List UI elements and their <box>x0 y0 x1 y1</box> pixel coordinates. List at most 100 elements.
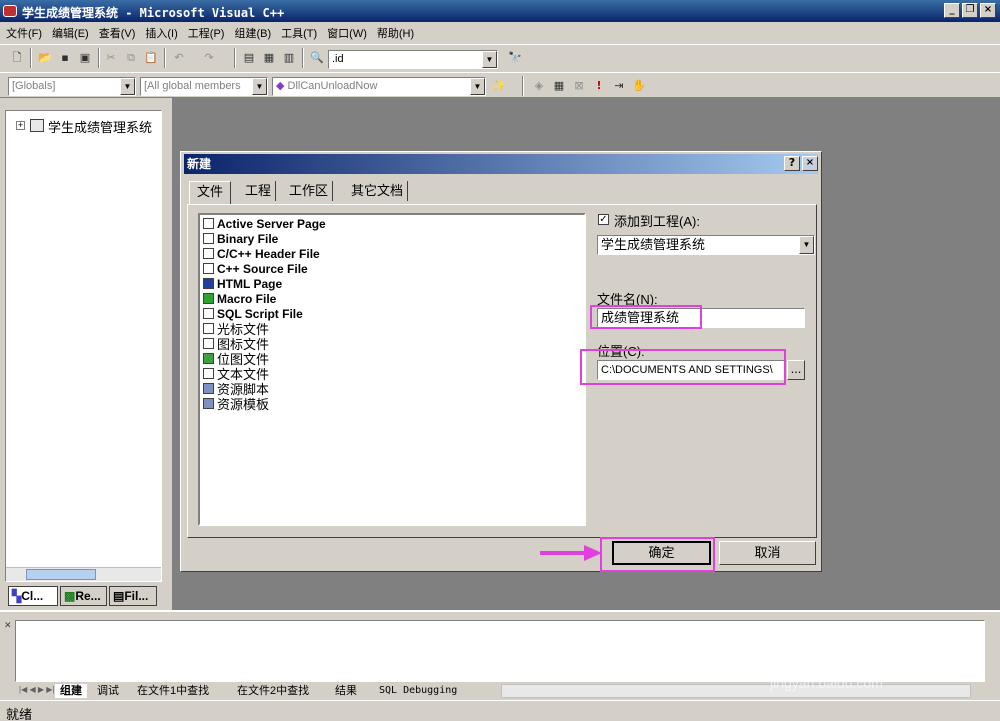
tab-sql-debugging[interactable]: SQL Debugging <box>379 684 457 698</box>
tab-projects[interactable]: 工程 <box>241 181 277 201</box>
function-combo[interactable]: ◆ DllCanUnloadNow ▼ <box>272 77 486 96</box>
build-icon[interactable]: ▦ <box>550 77 568 95</box>
workspace-icon[interactable]: ▤ <box>240 49 258 67</box>
open-icon[interactable]: 📂 <box>36 49 54 67</box>
find-combo[interactable]: .id ▼ <box>328 50 498 69</box>
window-title: 学生成绩管理系统 - Microsoft Visual C++ <box>22 6 285 20</box>
source-icon <box>203 263 214 274</box>
class-icon: ▚ <box>12 589 22 603</box>
tab-resourceview[interactable]: ▩Re... <box>60 586 107 606</box>
list-item[interactable]: C/C++ Header File <box>203 246 320 261</box>
wizard-wand-icon[interactable]: ✨ <box>490 77 508 95</box>
workspace-tree: + 学生成绩管理系统 <box>5 110 162 582</box>
workspace-panel: + 学生成绩管理系统 ▚Cl... ▩Re... ▤Fil... <box>0 98 172 610</box>
menu-edit[interactable]: 编辑(E) <box>52 25 89 41</box>
minimize-button[interactable]: _ <box>944 3 960 18</box>
tab-workspaces[interactable]: 工作区 <box>285 181 334 201</box>
add-to-project-checkbox[interactable]: ✓ <box>598 214 609 225</box>
location-highlight <box>580 349 786 385</box>
output-hscrollbar[interactable] <box>501 684 971 698</box>
tree-root-label[interactable]: 学生成绩管理系统 <box>48 117 152 136</box>
dialog-title-bar: 新建 ? × <box>184 154 818 174</box>
tab-other-docs[interactable]: 其它文档 <box>347 181 409 201</box>
undo-icon[interactable]: ↶ <box>170 49 188 67</box>
members-combo[interactable]: [All global members ▼ <box>140 77 268 96</box>
sql-icon <box>203 308 214 319</box>
paste-icon[interactable]: 📋 <box>142 49 160 67</box>
menu-help[interactable]: 帮助(H) <box>377 25 414 41</box>
horizontal-scrollbar[interactable] <box>6 567 161 581</box>
project-select[interactable]: 学生成绩管理系统 ▼ <box>597 235 815 255</box>
menu-file[interactable]: 文件(F) <box>6 25 42 41</box>
add-to-project-label: 添加到工程(A): <box>614 214 700 229</box>
list-item[interactable]: Active Server Page <box>203 216 326 231</box>
menu-project[interactable]: 工程(P) <box>188 25 225 41</box>
function-value: DllCanUnloadNow <box>287 80 378 92</box>
standard-toolbar: 🗋 📂 ▪ ▣ ✂ ⧉ 📋 ↶ ↷ ▤ ▦ ▥ 🔍 .id ▼ 🔭 <box>0 44 1000 72</box>
panel-close-icon[interactable]: ✕ <box>4 620 12 631</box>
menu-tools[interactable]: 工具(T) <box>281 25 317 41</box>
new-file-icon[interactable]: 🗋 <box>8 49 26 67</box>
tab-fileview-label: Fil... <box>124 589 149 603</box>
tab-results[interactable]: 结果 <box>335 684 357 698</box>
title-bar: 学生成绩管理系统 - Microsoft Visual C++ _ ❐ × <box>0 0 1000 22</box>
list-item[interactable]: C++ Source File <box>203 261 308 276</box>
redo-icon[interactable]: ↷ <box>200 49 218 67</box>
globals-value: [Globals] <box>12 80 56 92</box>
chevron-down-icon[interactable]: ▼ <box>799 236 814 254</box>
list-item[interactable]: Macro File <box>203 291 276 306</box>
resource-icon: ▩ <box>64 589 76 603</box>
tab-build[interactable]: 组建 <box>55 684 87 698</box>
members-value: [All global members <box>144 80 241 92</box>
tab-classview[interactable]: ▚Cl... <box>8 586 58 606</box>
scroll-thumb[interactable] <box>26 569 96 580</box>
menu-insert[interactable]: 插入(I) <box>145 25 177 41</box>
cursor-icon <box>203 323 214 334</box>
tab-fileview[interactable]: ▤Fil... <box>109 586 157 606</box>
tab-find1[interactable]: 在文件1中查找 <box>137 684 209 698</box>
cut-icon[interactable]: ✂ <box>102 49 120 67</box>
tab-resourceview-label: Re... <box>75 589 101 603</box>
tab-files[interactable]: 文件 <box>189 181 232 205</box>
file-type-list[interactable]: Active Server Page Binary File C/C++ Hea… <box>198 213 586 526</box>
copy-icon[interactable]: ⧉ <box>122 49 140 67</box>
cancel-button[interactable]: 取消 <box>719 541 816 565</box>
save-icon[interactable]: ▪ <box>56 49 74 67</box>
workspace-icon <box>30 119 44 132</box>
close-button[interactable]: × <box>980 3 996 18</box>
list-item[interactable]: HTML Page <box>203 276 282 291</box>
execute-icon[interactable]: ! <box>590 77 608 95</box>
find-icon[interactable]: 🔭 <box>506 49 524 67</box>
breakpoint-icon[interactable]: ✋ <box>630 77 648 95</box>
tab-classview-label: Cl... <box>21 589 44 603</box>
chevron-down-icon[interactable]: ▼ <box>252 78 267 95</box>
menu-bar: 文件(F) 编辑(E) 查看(V) 插入(I) 工程(P) 组建(B) 工具(T… <box>0 22 1000 44</box>
output-icon[interactable]: ▦ <box>260 49 278 67</box>
browse-button[interactable]: ... <box>787 360 805 380</box>
menu-view[interactable]: 查看(V) <box>99 25 136 41</box>
restore-button[interactable]: ❐ <box>962 3 978 18</box>
chevron-down-icon[interactable]: ▼ <box>482 51 497 68</box>
chevron-down-icon[interactable]: ▼ <box>120 78 135 95</box>
tab-find2[interactable]: 在文件2中查找 <box>237 684 309 698</box>
expand-icon[interactable]: + <box>16 121 25 130</box>
save-all-icon[interactable]: ▣ <box>76 49 94 67</box>
go-icon[interactable]: ⇥ <box>610 77 628 95</box>
stop-build-icon[interactable]: ⊠ <box>570 77 588 95</box>
tab-scroll-arrows[interactable]: |◀ ◀ ▶ ▶| <box>19 685 54 694</box>
chevron-down-icon[interactable]: ▼ <box>470 78 485 95</box>
menu-window[interactable]: 窗口(W) <box>327 25 367 41</box>
file-icon: ▤ <box>113 589 125 603</box>
window-list-icon[interactable]: ▥ <box>280 49 298 67</box>
list-item[interactable]: 资源模板 <box>203 396 269 412</box>
dialog-close-button[interactable]: × <box>802 156 818 171</box>
asp-icon <box>203 218 214 229</box>
class-combo[interactable]: [Globals] ▼ <box>8 77 136 96</box>
list-item[interactable]: Binary File <box>203 231 278 246</box>
find-in-files-icon[interactable]: 🔍 <box>308 49 326 67</box>
tab-debug[interactable]: 调试 <box>97 684 119 698</box>
menu-build[interactable]: 组建(B) <box>234 25 271 41</box>
dialog-title: 新建 <box>187 157 212 171</box>
help-button[interactable]: ? <box>784 156 800 171</box>
compile-icon[interactable]: ◈ <box>530 77 548 95</box>
